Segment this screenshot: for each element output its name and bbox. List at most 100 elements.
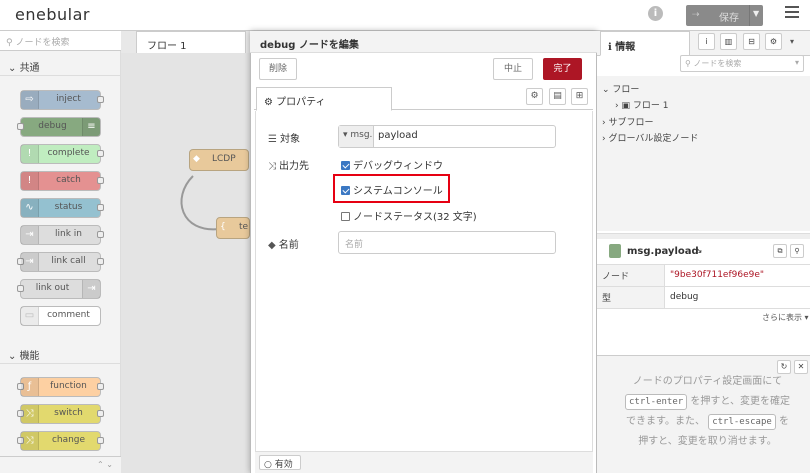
tree-item-subflows[interactable]: › サブフロー	[602, 115, 653, 128]
info-icon[interactable]: i	[648, 6, 663, 21]
deploy-label: 保存	[719, 13, 739, 24]
appearance-tab-icon[interactable]: ⊞	[571, 88, 588, 105]
palette-node-link-call[interactable]: ⇥ link call	[17, 252, 104, 272]
tab-properties[interactable]: ⚙ プロパティ	[256, 87, 392, 111]
list-icon: ☰	[268, 134, 277, 145]
target-type-select[interactable]: ▾ msg.	[339, 126, 374, 147]
config-icon[interactable]: ⊟	[743, 33, 760, 50]
option-node-status[interactable]: ノードステータス(32 文字)	[341, 208, 477, 223]
target-value[interactable]: payload	[378, 130, 418, 141]
caret-down-icon: ▾	[794, 58, 799, 67]
switch-icon: ⤨	[21, 405, 39, 423]
copy-icon[interactable]: ⧉	[773, 244, 787, 258]
info-tab-icon[interactable]: i	[698, 33, 715, 50]
function-icon: ƒ	[21, 378, 39, 396]
gear-icon: ⚙	[264, 97, 277, 108]
comment-icon: ▭	[21, 307, 39, 325]
deploy-button[interactable]: ⇢ 保存 ▼	[686, 5, 763, 26]
checkbox[interactable]	[341, 160, 350, 170]
settings-tab-icon[interactable]: ⚙	[526, 88, 543, 105]
tree-item-flows[interactable]: ⌄ フロー	[602, 82, 639, 95]
palette-node-change[interactable]: ⤨ change	[17, 431, 104, 451]
output-port	[97, 258, 104, 265]
kbd-ctrl-enter: ctrl-enter	[625, 394, 688, 410]
gear-icon[interactable]: ⚙	[765, 33, 782, 50]
output-port	[97, 383, 104, 390]
name-input[interactable]: 名前	[338, 231, 556, 254]
input-port	[17, 285, 24, 292]
palette-node-catch[interactable]: ! catch	[20, 171, 104, 191]
chevron-down-icon[interactable]: ▼	[753, 9, 759, 18]
enabled-toggle[interactable]: ○ 有効	[259, 455, 301, 470]
cancel-button[interactable]: 中止	[493, 58, 533, 80]
pulse-icon: ∿	[21, 199, 39, 217]
palette-search-input[interactable]: ⚲ ノードを検索	[0, 31, 121, 51]
flow-node-lcdp[interactable]: ◆ LCDP	[189, 149, 249, 171]
target-label: ☰ 対象	[268, 134, 300, 145]
palette-node-complete[interactable]: ! complete	[20, 144, 104, 164]
palette-node-inject[interactable]: ⇨ inject	[20, 90, 104, 110]
tree-item-global-config[interactable]: › グローバル設定ノード	[602, 131, 698, 144]
list-icon: ≡	[82, 118, 100, 136]
option-debug-window[interactable]: デバッグウィンドウ	[341, 157, 443, 172]
debug-node-icon	[609, 244, 621, 258]
palette-node-comment[interactable]: ▭ comment	[20, 306, 101, 326]
link-icon: ⇥	[21, 226, 39, 244]
description-tab-icon[interactable]: ▤	[549, 88, 566, 105]
palette-category-function[interactable]: ⌄ 機能	[0, 342, 121, 364]
deploy-divider	[749, 5, 750, 26]
sidebar-search-input[interactable]: ⚲ ノードを検索 ▾	[680, 55, 804, 72]
link-icon: ⇥	[82, 280, 100, 298]
msg-info-table: ノード "9be30f711ef96e9e" 型 debug	[597, 265, 810, 309]
tab-info[interactable]: ℹ 情報	[600, 31, 690, 56]
output-port	[97, 437, 104, 444]
palette-node-status[interactable]: ∿ status	[20, 198, 104, 218]
table-row: ノード "9be30f711ef96e9e"	[597, 265, 810, 287]
palette-node-link-out[interactable]: link out ⇥	[17, 279, 101, 299]
output-port	[97, 150, 104, 157]
palette-node-function[interactable]: ƒ function	[17, 377, 104, 397]
help-text: ノードのプロパティ設定画面にて ctrl-enter を押すと、変更を確定 でき…	[625, 376, 790, 447]
search-icon[interactable]: ⚲	[790, 244, 804, 258]
shuffle-icon: ⤨	[21, 432, 39, 450]
tree-item-flow-1[interactable]: › ▣ フロー 1	[615, 98, 668, 111]
msg-payload-header: msg.payload ↘ ⧉ ⚲	[597, 239, 810, 265]
dialog-title: debug ノードを編集	[250, 31, 597, 53]
deploy-icon: ⇢	[692, 10, 700, 20]
function-icon: {	[220, 222, 226, 232]
done-button[interactable]: 完了	[543, 58, 582, 80]
palette-collapse-controls[interactable]: ⌃ ⌄	[0, 456, 121, 473]
inject-icon: ⇨	[21, 91, 39, 109]
checkbox[interactable]	[341, 211, 350, 221]
chevron-down-icon[interactable]: ▾	[790, 37, 794, 46]
delete-button[interactable]: 削除	[259, 58, 297, 80]
node-icon: ◆	[193, 154, 200, 164]
output-port	[97, 96, 104, 103]
table-row: 型 debug	[597, 287, 810, 309]
chevron-down-icon: ⌄	[602, 85, 613, 95]
kbd-ctrl-escape: ctrl-escape	[708, 414, 776, 430]
show-more-link[interactable]: さらに表示 ▾	[762, 312, 809, 323]
app-logo: enebular	[15, 5, 90, 24]
output-port	[97, 231, 104, 238]
input-port	[17, 123, 24, 130]
palette-node-link-in[interactable]: ⇥ link in	[20, 225, 104, 245]
book-icon[interactable]: ▥	[720, 33, 737, 50]
highlight-box	[333, 174, 450, 203]
output-label: ⤨ 出力先	[268, 161, 309, 172]
tab-flow-1[interactable]: フロー 1	[136, 31, 246, 53]
exclamation-icon: !	[21, 145, 39, 163]
flow-icon: ▣	[621, 101, 633, 111]
chevron-down-icon: ⌄	[8, 63, 20, 74]
exclamation-icon: !	[21, 172, 39, 190]
palette-node-switch[interactable]: ⤨ switch	[17, 404, 104, 424]
dialog-footer	[255, 451, 593, 473]
palette-node-debug[interactable]: debug ≡	[17, 117, 101, 137]
hamburger-menu-icon[interactable]	[785, 6, 799, 20]
palette-category-common[interactable]: ⌄ 共通	[0, 54, 121, 76]
flow-node-te[interactable]: { te	[216, 217, 250, 239]
circle-icon: ○	[264, 460, 275, 470]
name-label: ◆ 名前	[268, 240, 299, 251]
output-port	[97, 177, 104, 184]
expand-arrow-icon[interactable]: ↘	[695, 246, 703, 256]
